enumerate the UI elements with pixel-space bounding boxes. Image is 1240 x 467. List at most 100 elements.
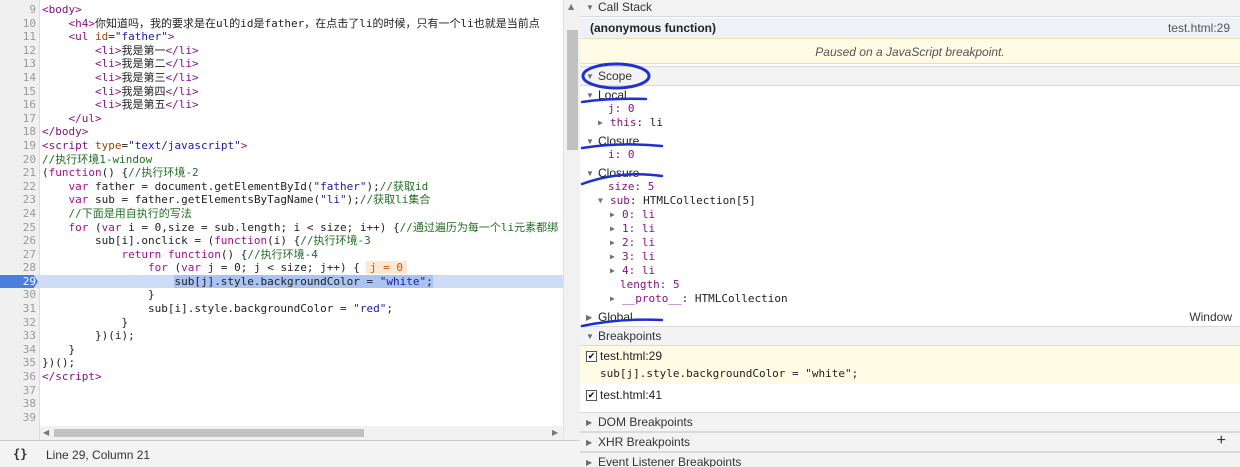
breakpoint-file-1[interactable]: test.html:29 [600,349,662,363]
code-line[interactable]: 18 </body> [0,125,563,139]
scope-var-length[interactable]: length: 5 [620,278,680,292]
line-number[interactable]: 28 [0,261,36,275]
call-stack-header[interactable]: ▼ Call Stack [580,0,1240,17]
collapsed-triangle-icon[interactable]: ▶ [598,116,610,130]
code-area[interactable]: 9 <body> 10 <h4>你知道吗，我的要求是在ul的id是father，在点… [0,3,563,440]
breakpoint-item-2[interactable]: ✔ test.html:41 [580,385,1240,407]
expand-triangle-icon[interactable]: ▼ [598,194,610,208]
code-line[interactable]: 39 [0,411,563,425]
code-line[interactable]: 15 <li>我是第四</li> [0,85,563,99]
code-line[interactable]: 30 } [0,288,563,302]
line-number[interactable]: 21 [0,166,36,180]
breakpoint-checkbox-2[interactable]: ✔ [586,390,597,401]
line-number[interactable]: 29 [0,274,38,289]
line-number[interactable]: 39 [0,411,36,425]
line-number[interactable]: 35 [0,356,36,370]
breakpoint-file-2[interactable]: test.html:41 [600,388,662,402]
line-number[interactable]: 36 [0,370,36,384]
line-number[interactable]: 13 [0,57,36,71]
scope-var-j[interactable]: j: 0 [608,102,635,116]
scope-header[interactable]: ▼ Scope [580,66,1240,86]
code-line[interactable]: 10 <h4>你知道吗，我的要求是在ul的id是father，在点击了li的时候… [0,17,563,31]
collapsed-triangle-icon[interactable]: ▶ [610,292,622,306]
line-number[interactable]: 17 [0,112,36,126]
scroll-up-icon[interactable]: ▲ [568,2,574,11]
code-line[interactable]: 20 //执行环境1-window [0,153,563,167]
line-number[interactable]: 34 [0,343,36,357]
scope-var-this[interactable]: ▶ this: li [598,116,663,130]
collapsed-triangle-icon[interactable]: ▶ [610,250,622,264]
code-line[interactable]: 11 <ul id="father"> [0,30,563,44]
code-line[interactable]: 31 sub[i].style.backgroundColor = "red"; [0,302,563,316]
code-line[interactable]: 23 var sub = father.getElementsByTagName… [0,193,563,207]
code-line[interactable]: 26 sub[i].onclick = (function(i) {//执行环境… [0,234,563,248]
breakpoints-header[interactable]: ▼ Breakpoints [580,326,1240,346]
code-line[interactable]: 12 <li>我是第一</li> [0,44,563,58]
line-number[interactable]: 26 [0,234,36,248]
collapsed-triangle-icon[interactable]: ▶ [610,222,622,236]
code-line[interactable]: 24 //下面是用自执行的写法 [0,207,563,221]
editor-horizontal-scroll-thumb[interactable] [54,429,364,437]
collapsed-triangle-icon[interactable]: ▶ [610,264,622,278]
code-line[interactable]: 36 </script> [0,370,563,384]
scope-var-i[interactable]: i: 0 [608,148,635,162]
breakpoint-checkbox-1[interactable]: ✔ [586,351,597,362]
line-number[interactable]: 19 [0,139,36,153]
xhr-breakpoints-header[interactable]: ▶ XHR Breakpoints + [580,432,1240,452]
code-line[interactable]: 38 [0,397,563,411]
sub-item-4[interactable]: ▶ 4: li [610,264,655,278]
line-number[interactable]: 37 [0,384,36,398]
scope-closure-section-1[interactable]: ▼ Closure [586,134,639,148]
call-frame-selected[interactable]: (anonymous function) test.html:29 [580,18,1240,38]
line-number[interactable]: 12 [0,44,36,58]
scope-var-sub[interactable]: ▼ sub: HTMLCollection[5] [598,194,756,208]
code-line[interactable]: 37 [0,384,563,398]
code-line[interactable]: 9 <body> [0,3,563,17]
line-number[interactable]: 14 [0,71,36,85]
scroll-right-icon[interactable]: ▶ [552,428,558,437]
code-line[interactable]: 25 for (var i = 0,size = sub.length; i <… [0,221,563,235]
line-number[interactable]: 27 [0,248,36,262]
sub-item-1[interactable]: ▶ 1: li [610,222,655,236]
line-number[interactable]: 30 [0,288,36,302]
line-number[interactable]: 33 [0,329,36,343]
sub-item-0[interactable]: ▶ 0: li [610,208,655,222]
scope-var-size[interactable]: size: 5 [608,180,654,194]
code-line[interactable]: 35})(); [0,356,563,370]
collapsed-triangle-icon[interactable]: ▶ [610,208,622,222]
code-line[interactable]: 28 for (var j = 0; j < size; j++) {j = 0 [0,261,563,275]
scope-closure-section-2[interactable]: ▼ Closure [586,166,639,180]
line-number[interactable]: 22 [0,180,36,194]
line-number[interactable]: 9 [0,3,36,17]
add-xhr-breakpoint-button[interactable]: + [1217,432,1226,450]
line-number[interactable]: 10 [0,17,36,31]
line-number[interactable]: 25 [0,221,36,235]
line-number[interactable]: 32 [0,316,36,330]
code-line[interactable]: 14 <li>我是第三</li> [0,71,563,85]
line-number[interactable]: 18 [0,125,36,139]
editor-horizontal-scrollbar[interactable]: ◀ ▶ [40,426,563,440]
scope-local-section[interactable]: ▼ Local [586,88,627,102]
line-number[interactable]: 24 [0,207,36,221]
editor-vertical-scroll-thumb[interactable] [567,30,578,150]
breakpoint-item-1[interactable]: ✔ test.html:29 sub[j].style.backgroundCo… [580,346,1240,384]
line-number[interactable]: 38 [0,397,36,411]
scope-var-proto[interactable]: ▶ __proto__: HTMLCollection [610,292,788,306]
scope-global-section[interactable]: ▶ Global Window [586,310,1240,324]
pretty-print-button[interactable]: {} [13,447,27,461]
sub-item-2[interactable]: ▶ 2: li [610,236,655,250]
sub-item-3[interactable]: ▶ 3: li [610,250,655,264]
code-line[interactable]: 32 } [0,316,563,330]
code-line[interactable]: 16 <li>我是第五</li> [0,98,563,112]
dom-breakpoints-header[interactable]: ▶ DOM Breakpoints [580,412,1240,432]
scroll-left-icon[interactable]: ◀ [43,428,49,437]
code-line[interactable]: 22 var father = document.getElementById(… [0,180,563,194]
collapsed-triangle-icon[interactable]: ▶ [610,236,622,250]
line-number[interactable]: 16 [0,98,36,112]
call-frame-location[interactable]: test.html:29 [1168,18,1230,38]
code-line[interactable]: 19 <script type="text/javascript"> [0,139,563,153]
line-number[interactable]: 11 [0,30,36,44]
code-line[interactable]: 13 <li>我是第二</li> [0,57,563,71]
line-number[interactable]: 15 [0,85,36,99]
line-number[interactable]: 23 [0,193,36,207]
